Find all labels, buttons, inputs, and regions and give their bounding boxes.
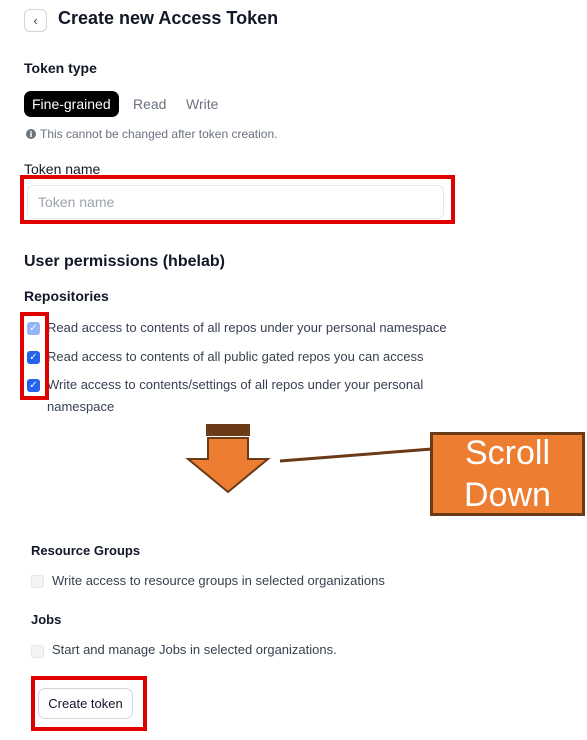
down-arrow-icon (185, 424, 271, 494)
highlight-box-checkboxes (20, 312, 49, 400)
back-button[interactable]: ‹ (24, 9, 47, 32)
checkbox-resource-groups-write[interactable] (31, 575, 44, 588)
token-type-option-fine-grained[interactable]: Fine-grained (24, 91, 119, 117)
checkbox-jobs-manage[interactable] (31, 645, 44, 658)
jobs-label: Jobs (31, 612, 62, 627)
resource-groups-label: Resource Groups (31, 543, 141, 558)
perm-repo-write-personal-line2: namespace (47, 399, 115, 414)
scroll-label-line2: Down (464, 476, 551, 514)
scroll-down-annotation: Scroll Down (430, 432, 585, 516)
perm-repo-read-gated: Read access to contents of all public ga… (47, 349, 424, 364)
perm-jobs-manage: Start and manage Jobs in selected organi… (52, 642, 337, 657)
chevron-left-icon: ‹ (33, 13, 38, 28)
scroll-label-line1: Scroll (464, 434, 551, 472)
info-icon: i (26, 129, 36, 139)
token-type-option-read[interactable]: Read (133, 96, 166, 112)
perm-repo-write-personal-line1: Write access to contents/settings of all… (47, 377, 424, 392)
user-permissions-title: User permissions (hbelab) (24, 253, 225, 270)
token-type-option-write[interactable]: Write (186, 96, 218, 112)
annotation-pointer-line (279, 447, 433, 463)
perm-resource-groups-write: Write access to resource groups in selec… (52, 573, 385, 588)
token-type-label: Token type (24, 60, 97, 76)
token-type-note: i This cannot be changed after token cre… (26, 127, 278, 141)
perm-repo-read-personal: Read access to contents of all repos und… (47, 320, 447, 335)
highlight-box-token-name (20, 175, 455, 224)
token-type-note-text: This cannot be changed after token creat… (40, 127, 278, 141)
scroll-arrow-annotation (185, 424, 433, 494)
page-title: Create new Access Token (58, 8, 279, 28)
repositories-label: Repositories (24, 288, 109, 304)
highlight-box-create-button (31, 676, 147, 731)
